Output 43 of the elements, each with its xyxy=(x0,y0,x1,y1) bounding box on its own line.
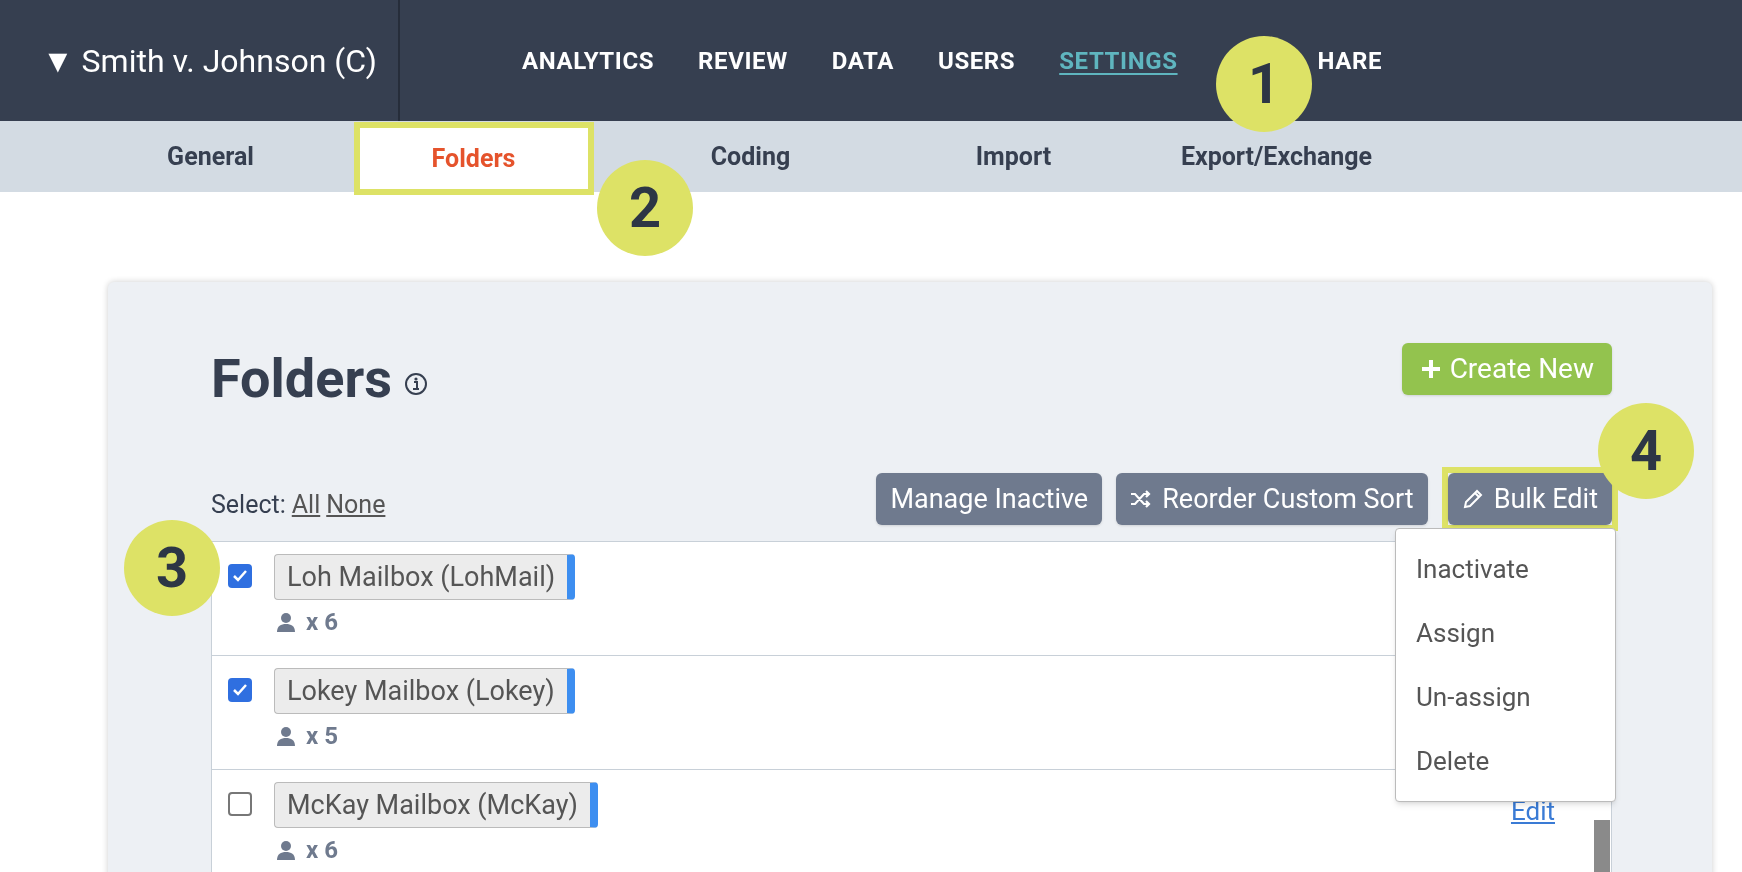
action-button[interactable]: Manage Inactive xyxy=(876,473,1103,525)
pencil-icon xyxy=(1461,488,1484,510)
nav-link[interactable]: USERS xyxy=(937,42,1016,79)
folder-tag: Loh Mailbox (LohMail) xyxy=(274,554,576,600)
user-count: x 5 xyxy=(306,721,338,752)
select-label: Select: xyxy=(211,488,286,521)
info-icon[interactable] xyxy=(403,371,428,396)
action-button[interactable]: Reorder Custom Sort xyxy=(1116,473,1428,525)
select-all-link[interactable]: All xyxy=(291,485,321,523)
action-button[interactable]: Bulk Edit xyxy=(1447,473,1612,525)
plus-icon xyxy=(1419,357,1442,380)
folder-tag: Lokey Mailbox (Lokey) xyxy=(274,668,575,714)
nav-link[interactable]: REVIEW xyxy=(698,42,788,79)
nav-link[interactable]: DATA xyxy=(831,42,894,79)
user-icon xyxy=(276,726,296,746)
nav-link[interactable]: ANALYTICS xyxy=(522,42,655,79)
sub-tab[interactable]: Export/Exchange xyxy=(1180,137,1373,176)
select-none-link[interactable]: None xyxy=(326,485,386,523)
menu-item[interactable]: Assign xyxy=(1396,601,1615,665)
checkbox[interactable] xyxy=(228,564,252,588)
menu-item[interactable]: Inactivate xyxy=(1396,537,1615,601)
user-icon xyxy=(276,612,296,632)
user-count: x 6 xyxy=(306,835,338,866)
sub-tab[interactable]: Import xyxy=(975,137,1052,176)
callout-badge: 2 xyxy=(597,160,693,256)
check-icon xyxy=(232,568,248,584)
scrollbar xyxy=(1594,820,1610,872)
nav-link[interactable]: HARE xyxy=(1317,42,1383,79)
sub-tab[interactable]: General xyxy=(167,137,254,176)
page-title: Folders xyxy=(211,346,392,412)
menu-item[interactable]: Delete xyxy=(1396,729,1615,793)
sub-tab[interactable]: Folders xyxy=(353,122,594,195)
sub-tab[interactable]: Coding xyxy=(710,137,791,176)
check-icon xyxy=(232,682,248,698)
nav-link[interactable]: SETTINGS xyxy=(1059,42,1178,79)
user-icon xyxy=(276,840,296,860)
shuffle-icon xyxy=(1130,490,1153,508)
menu-item[interactable]: Un-assign xyxy=(1396,665,1615,729)
folder-tag: McKay Mailbox (McKay) xyxy=(274,782,598,828)
user-count: x 6 xyxy=(306,607,338,638)
checkbox[interactable] xyxy=(228,678,252,702)
checkbox[interactable] xyxy=(228,792,252,816)
project-title[interactable]: ▼ Smith v. Johnson (C) xyxy=(42,36,377,85)
